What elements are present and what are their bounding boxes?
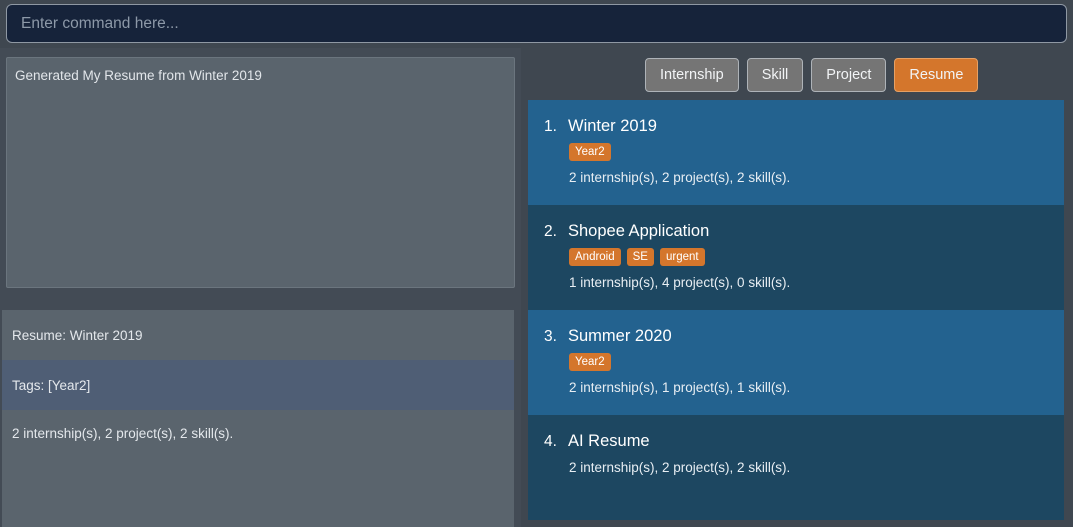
entity-tag: Year2: [569, 143, 611, 161]
entity-header: 2. Shopee Application: [544, 222, 1064, 241]
command-bar[interactable]: [6, 4, 1067, 43]
detail-row-text: Tags: [Year2]: [12, 377, 91, 393]
detail-row-text: Resume: Winter 2019: [12, 327, 143, 343]
entity-header: 3. Summer 2020: [544, 327, 1064, 346]
result-display-box: Generated My Resume from Winter 2019: [6, 57, 515, 288]
entity-tag: SE: [626, 248, 654, 266]
entity-tag: Android: [569, 248, 621, 266]
entity-index: 1.: [544, 118, 557, 135]
entity-tag: urgent: [659, 248, 705, 266]
detail-row-counts: 2 internship(s), 2 project(s), 2 skill(s…: [2, 410, 514, 527]
filter-button-project[interactable]: Project: [811, 58, 887, 92]
result-message: Generated My Resume from Winter 2019: [15, 68, 262, 83]
entity-header: 1. Winter 2019: [544, 117, 1064, 136]
list-item[interactable]: 4. AI Resume 2 internship(s), 2 project(…: [528, 415, 1064, 520]
detail-row-resume: Resume: Winter 2019: [2, 310, 514, 360]
entity-counts: 1 internship(s), 4 project(s), 0 skill(s…: [569, 275, 791, 290]
entity-counts: 2 internship(s), 2 project(s), 2 skill(s…: [569, 170, 791, 185]
entity-title: AI Resume: [568, 432, 650, 450]
entity-title: Summer 2020: [568, 327, 672, 345]
list-item[interactable]: 3. Summer 2020 Year2 2 internship(s), 1 …: [528, 310, 1064, 415]
entity-tag-row: Android SE urgent: [569, 248, 1064, 266]
entity-header: 4. AI Resume: [544, 432, 1064, 451]
detail-row-tags: Tags: [Year2]: [2, 360, 514, 410]
entity-counts: 2 internship(s), 2 project(s), 2 skill(s…: [569, 460, 791, 475]
entity-index: 2.: [544, 223, 557, 240]
left-panel: Generated My Resume from Winter 2019 Res…: [0, 48, 521, 527]
entity-index: 3.: [544, 328, 557, 345]
entity-counts: 2 internship(s), 1 project(s), 1 skill(s…: [569, 380, 791, 395]
list-item[interactable]: 1. Winter 2019 Year2 2 internship(s), 2 …: [528, 100, 1064, 205]
entity-index: 4.: [544, 433, 557, 450]
filter-button-resume[interactable]: Resume: [894, 58, 979, 92]
filter-button-skill[interactable]: Skill: [746, 58, 804, 92]
entity-title: Winter 2019: [568, 117, 657, 135]
right-panel: Internship Skill Project Resume 1. Winte…: [521, 48, 1073, 527]
entity-tag-row: Year2: [569, 143, 1064, 161]
entity-tag-row: Year2: [569, 353, 1064, 371]
filter-button-internship[interactable]: Internship: [645, 58, 739, 92]
command-input[interactable]: [21, 14, 1052, 33]
list-item[interactable]: 2. Shopee Application Android SE urgent …: [528, 205, 1064, 310]
entity-tag: Year2: [569, 353, 611, 371]
detail-list: Resume: Winter 2019 Tags: [Year2] 2 inte…: [2, 310, 514, 527]
filter-bar: Internship Skill Project Resume: [645, 58, 979, 92]
application-window: Generated My Resume from Winter 2019 Res…: [0, 0, 1073, 527]
detail-row-text: 2 internship(s), 2 project(s), 2 skill(s…: [12, 426, 234, 441]
entity-list: 1. Winter 2019 Year2 2 internship(s), 2 …: [528, 100, 1070, 527]
entity-title: Shopee Application: [568, 222, 710, 240]
